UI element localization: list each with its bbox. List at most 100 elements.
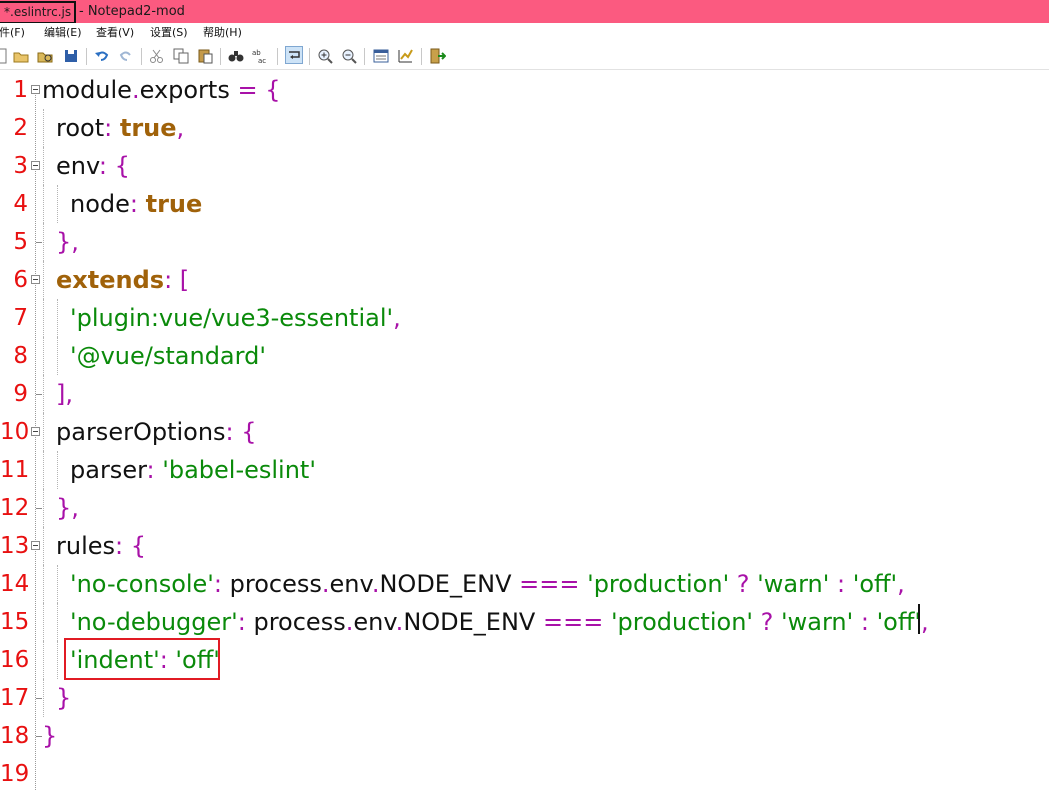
line-number: 13 [0, 533, 30, 559]
menu-view[interactable]: 查看(V) [96, 23, 134, 43]
new-icon[interactable] [0, 47, 10, 65]
find-icon[interactable] [227, 47, 245, 65]
fold-toggle[interactable] [31, 427, 40, 436]
code-token: NODE_ENV [403, 608, 543, 636]
zoom-out-icon[interactable] [340, 47, 358, 65]
annotation-highlight-box [64, 638, 220, 680]
code-token: 'off' [852, 570, 898, 598]
code-line: ], [56, 375, 73, 413]
code-line: parserOptions: { [56, 413, 257, 451]
code-token: === [542, 608, 611, 636]
code-token: , [393, 304, 401, 332]
code-token: , [897, 570, 905, 598]
line-number: 8 [13, 343, 28, 369]
code-token: 'production' [610, 608, 761, 636]
fold-toggle[interactable] [31, 541, 40, 550]
code-token: root [56, 114, 105, 142]
line-number: 3 [13, 153, 28, 179]
line-number: 17 [0, 685, 30, 711]
zoom-in-icon[interactable] [316, 47, 334, 65]
undo-icon[interactable] [93, 47, 111, 65]
code-token: ? [760, 608, 782, 636]
fold-end-marker [36, 508, 42, 509]
code-token: : { [98, 152, 130, 180]
fold-toggle[interactable] [31, 85, 40, 94]
code-token: env [56, 152, 99, 180]
open-icon[interactable] [12, 47, 30, 65]
code-token: } [42, 722, 58, 750]
window-title-app: - Notepad2-mod [79, 4, 185, 19]
cut-icon[interactable] [148, 47, 166, 65]
menu-file[interactable]: 文件(F) [0, 23, 25, 43]
code-line: module.exports = { [42, 71, 280, 109]
replace-icon[interactable]: ab ac [251, 47, 269, 65]
toolbar: ab ac [0, 43, 1049, 70]
code-token: : [104, 114, 120, 142]
code-token: 'off' [876, 608, 921, 636]
code-token: 'babel-eslint' [162, 456, 316, 484]
code-line: '@vue/standard' [70, 337, 266, 375]
fold-toggle[interactable] [31, 275, 40, 284]
code-token: parser [70, 456, 147, 484]
code-token: : [129, 190, 146, 218]
code-token: . [131, 76, 140, 104]
code-token: process [229, 570, 322, 598]
paste-icon[interactable] [196, 47, 214, 65]
code-line: 'plugin:vue/vue3-essential', [70, 299, 401, 337]
code-token: === [519, 570, 588, 598]
code-line: rules: { [56, 527, 146, 565]
customize-icon[interactable] [396, 47, 414, 65]
code-token: exports [139, 76, 238, 104]
line-number: 15 [0, 609, 30, 635]
code-token: extends [56, 266, 165, 294]
code-editor[interactable]: 1 2 3 4 5 6 7 8 9 10 11 12 13 14 15 16 17 18 19 module.exp… [0, 70, 1049, 790]
word-wrap-icon[interactable] [285, 46, 303, 64]
redo-icon[interactable] [117, 47, 135, 65]
line-number: 11 [0, 457, 30, 483]
code-token: , [176, 114, 185, 142]
code-token: 'warn' [781, 608, 861, 636]
line-number: 18 [0, 723, 30, 749]
menu-settings[interactable]: 设置(S) [150, 23, 188, 43]
code-token: ? [736, 570, 758, 598]
code-token: module [42, 76, 132, 104]
fold-margin [35, 90, 36, 790]
title-bar[interactable]: *.eslintrc.js - Notepad2-mod [0, 0, 1049, 24]
code-token: : [ [164, 266, 190, 294]
fold-toggle[interactable] [31, 161, 40, 170]
code-token: : [237, 608, 254, 636]
line-number: 5 [13, 229, 28, 255]
code-token: NODE_ENV [379, 570, 520, 598]
code-line: 'no-console': process.env.NODE_ENV === '… [70, 565, 905, 603]
code-token: node [70, 190, 130, 218]
code-token: 'warn' [757, 570, 837, 598]
browse-icon[interactable] [36, 47, 54, 65]
svg-text:ab: ab [252, 49, 261, 57]
code-token: = { [237, 76, 281, 104]
code-line: root: true, [56, 109, 184, 147]
save-icon[interactable] [62, 47, 80, 65]
code-token: env [329, 570, 372, 598]
menu-edit[interactable]: 编辑(E) [44, 23, 82, 43]
line-number: 9 [13, 381, 28, 407]
exit-icon[interactable] [428, 47, 446, 65]
code-token: }, [56, 494, 79, 522]
code-token: true [119, 114, 177, 142]
text-caret [918, 604, 920, 634]
code-token: : { [225, 418, 257, 446]
fold-end-marker [36, 698, 42, 699]
scheme-icon[interactable] [372, 47, 390, 65]
line-number: 4 [13, 191, 28, 217]
code-token: }, [56, 228, 79, 256]
copy-icon[interactable] [172, 47, 190, 65]
menu-help[interactable]: 帮助(H) [203, 23, 242, 43]
code-token: 'plugin:vue/vue3-essential' [70, 304, 394, 332]
code-token: 'production' [587, 570, 737, 598]
code-line: parser: 'babel-eslint' [70, 451, 316, 489]
line-number: 19 [0, 761, 30, 787]
svg-text:ac: ac [258, 57, 266, 65]
line-number: 12 [0, 495, 30, 521]
code-token: '@vue/standard' [70, 342, 266, 370]
code-token: process [253, 608, 346, 636]
code-line: } [42, 717, 57, 755]
